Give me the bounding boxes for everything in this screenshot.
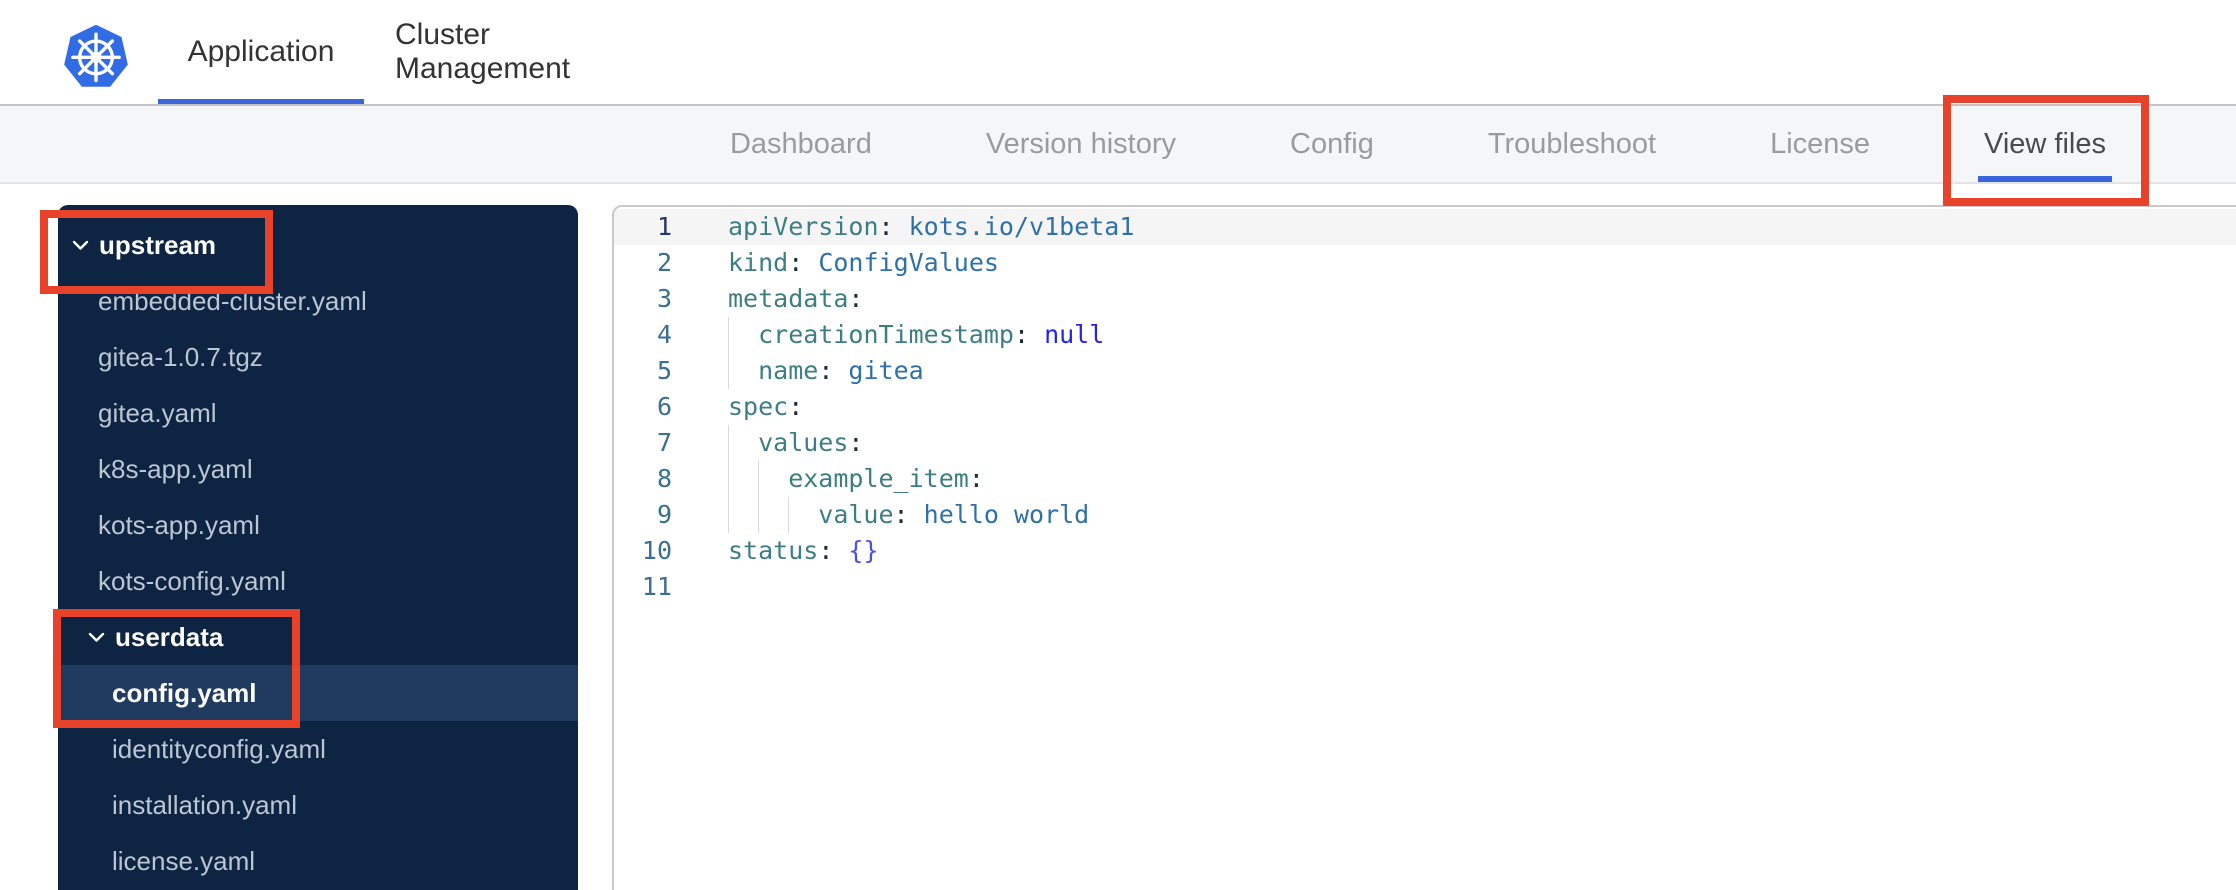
chevron-down-icon: [72, 240, 89, 251]
code-line-10: 10 status: {}: [614, 533, 2236, 569]
nav-tab-view-files[interactable]: View files: [1978, 106, 2112, 182]
tree-file-gitea-yaml[interactable]: gitea.yaml: [58, 385, 578, 441]
line-number: 8: [656, 464, 672, 493]
nav-tab-label: Config: [1290, 127, 1374, 160]
code-text: values:: [728, 425, 863, 461]
code-text: name: gitea: [728, 353, 924, 389]
indent-guide: [788, 497, 818, 533]
tree-item-label: kots-app.yaml: [98, 509, 260, 540]
indent-guide: [728, 461, 758, 497]
nav-tab-version-history[interactable]: Version history: [982, 106, 1180, 182]
chevron-down-icon: [88, 632, 105, 643]
nav-tab-label: Dashboard: [729, 127, 872, 160]
tree-file-license-yaml[interactable]: license.yaml: [58, 833, 578, 889]
tree-file-kots-config-yaml[interactable]: kots-config.yaml: [58, 553, 578, 609]
tree-item-label: k8s-app.yaml: [98, 453, 253, 484]
line-number: 3: [656, 284, 672, 313]
indent-guide: [758, 461, 788, 497]
nav-tab-label: Troubleshoot: [1487, 127, 1657, 160]
line-number: 5: [656, 356, 672, 385]
indent-guide: [728, 425, 758, 461]
code-text: creationTimestamp: null: [728, 317, 1104, 353]
tree-item-label: identityconfig.yaml: [112, 733, 326, 764]
line-number: 11: [641, 572, 672, 601]
tree-file-gitea-1-0-7-tgz[interactable]: gitea-1.0.7.tgz: [58, 329, 578, 385]
tree-item-label: upstream: [99, 229, 217, 260]
code-line-1: 1 apiVersion: kots.io/v1beta1: [614, 209, 2236, 245]
code-text: metadata:: [728, 284, 864, 313]
code-text: example_item:: [728, 461, 984, 497]
line-number: 7: [656, 428, 672, 457]
tree-item-label: embedded-cluster.yaml: [98, 285, 367, 316]
nav-tab-troubleshoot[interactable]: Troubleshoot: [1484, 106, 1660, 182]
active-tab-underline: [1978, 176, 2112, 182]
code-line-7: 7 values:: [614, 425, 2236, 461]
tree-item-label: gitea.yaml: [98, 397, 217, 428]
code-text: apiVersion: kots.io/v1beta1: [728, 212, 1135, 241]
tree-file-config-yaml[interactable]: config.yaml: [58, 665, 578, 721]
code-line-6: 6 spec:: [614, 389, 2236, 425]
nav-tab-dashboard[interactable]: Dashboard: [726, 106, 876, 182]
indent-guide: [728, 497, 758, 533]
tree-folder-userdata[interactable]: userdata: [58, 609, 578, 665]
line-number: 10: [641, 536, 672, 565]
nav-tab-label: Version history: [985, 127, 1177, 160]
nav-tab-config[interactable]: Config: [1286, 106, 1378, 182]
tree-file-embedded-cluster-yaml[interactable]: embedded-cluster.yaml: [58, 273, 578, 329]
nav-tab-label: License: [1770, 127, 1871, 160]
indent-guide: [728, 317, 758, 353]
line-number: 6: [656, 392, 672, 421]
code-text: spec:: [728, 392, 804, 421]
indent-guide: [758, 497, 788, 533]
code-line-2: 2 kind: ConfigValues: [614, 245, 2236, 281]
file-tree-sidebar: upstream embedded-cluster.yaml gitea-1.0.7…: [58, 205, 578, 890]
yaml-code-viewer[interactable]: 1 apiVersion: kots.io/v1beta1 2 kind: Confi…: [612, 205, 2236, 890]
code-text: value: hello world: [728, 497, 1089, 533]
kubernetes-logo: [62, 22, 130, 90]
tree-item-label: config.yaml: [112, 677, 257, 708]
app-header: Application Cluster Management: [0, 0, 2236, 106]
code-line-4: 4 creationTimestamp: null: [614, 317, 2236, 353]
code-text: status: {}: [728, 536, 879, 565]
tab-cluster-management[interactable]: Cluster Management: [395, 0, 663, 104]
code-line-8: 8 example_item:: [614, 461, 2236, 497]
tree-file-identityconfig-yaml[interactable]: identityconfig.yaml: [58, 721, 578, 777]
kots-admin-console: Application Cluster Management Dashboard…: [0, 0, 2236, 890]
tab-application[interactable]: Application: [158, 0, 364, 104]
tree-item-label: gitea-1.0.7.tgz: [98, 341, 263, 372]
tab-cluster-management-label: Cluster Management: [395, 18, 571, 85]
tree-file-kots-app-yaml[interactable]: kots-app.yaml: [58, 497, 578, 553]
nav-tab-license[interactable]: License: [1766, 106, 1874, 182]
line-number: 2: [656, 248, 672, 277]
nav-tab-label: View files: [1984, 127, 2106, 160]
line-number: 1: [656, 212, 672, 241]
indent-guide: [728, 353, 758, 389]
code-line-9: 9 value: hello world: [614, 497, 2236, 533]
tree-file-k8s-app-yaml[interactable]: k8s-app.yaml: [58, 441, 578, 497]
code-line-3: 3 metadata:: [614, 281, 2236, 317]
code-line-5: 5 name: gitea: [614, 353, 2236, 389]
tree-item-label: installation.yaml: [112, 789, 297, 820]
tree-item-label: userdata: [115, 621, 224, 652]
tab-application-label: Application: [187, 35, 335, 68]
code-text: kind: ConfigValues: [728, 248, 999, 277]
code-line-11: 11: [614, 569, 2236, 605]
line-number: 4: [656, 320, 672, 349]
active-tab-underline: [158, 99, 364, 104]
tree-item-label: kots-config.yaml: [98, 565, 286, 596]
tree-folder-upstream[interactable]: upstream: [58, 217, 578, 273]
tree-item-label: license.yaml: [112, 845, 256, 876]
tree-file-installation-yaml[interactable]: installation.yaml: [58, 777, 578, 833]
line-number: 9: [656, 500, 672, 529]
secondary-nav-tabs: Dashboard Version history Config Troublesho…: [0, 106, 2236, 184]
